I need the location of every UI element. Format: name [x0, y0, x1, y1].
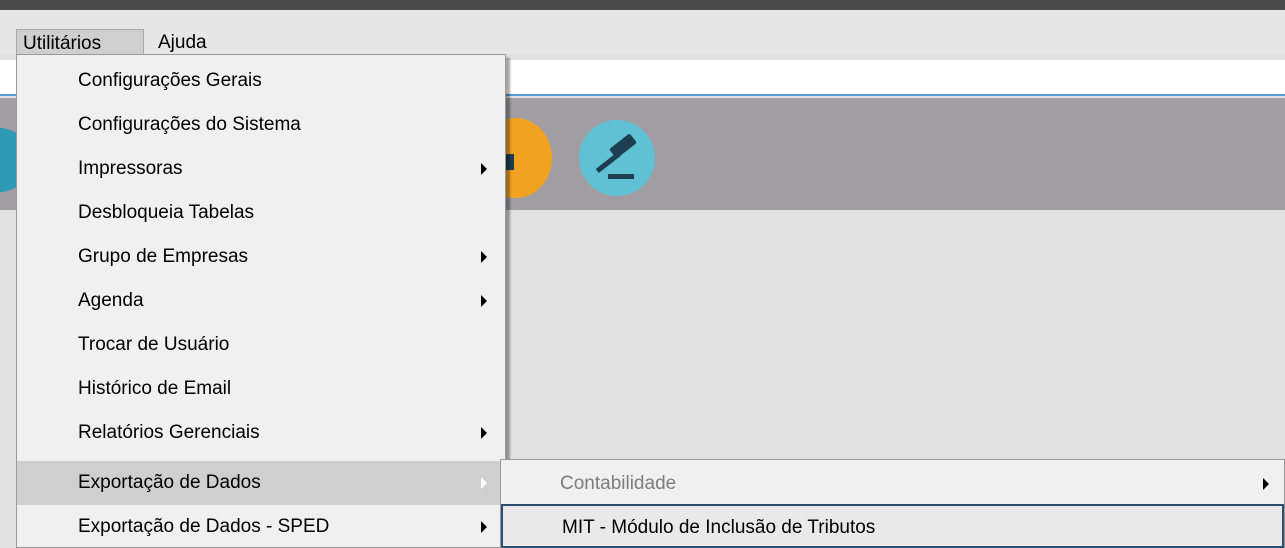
submenu-arrow-icon — [481, 521, 487, 533]
menu-item-label: Desbloqueia Tabelas — [78, 202, 255, 223]
menu-item-label: Configurações do Sistema — [78, 114, 301, 135]
menu-bar: Utilitários Ajuda — [0, 10, 1285, 57]
submenu-item-mit[interactable]: MIT - Módulo de Inclusão de Tributos — [501, 504, 1284, 548]
menu-item-exportacao-de-dados[interactable]: Exportação de Dados — [17, 461, 505, 505]
menu-item-label: Agenda — [78, 290, 144, 311]
exportacao-de-dados-submenu: Contabilidade MIT - Módulo de Inclusão d… — [500, 459, 1285, 548]
menu-ajuda[interactable]: Ajuda — [152, 29, 213, 57]
menu-item-label: Impressoras — [78, 158, 183, 179]
submenu-arrow-icon — [481, 427, 487, 439]
menu-item-label: Relatórios Gerenciais — [78, 422, 260, 443]
menu-item-agenda[interactable]: Agenda — [17, 279, 505, 323]
menu-item-label: Exportação de Dados — [78, 472, 261, 493]
submenu-arrow-icon — [1263, 478, 1269, 490]
submenu-item-contabilidade[interactable]: Contabilidade — [501, 462, 1284, 506]
menu-item-desbloqueia-tabelas[interactable]: Desbloqueia Tabelas — [17, 191, 505, 235]
application-window: Utilitários Ajuda Configurações Gerais C… — [0, 0, 1285, 548]
menu-item-historico-de-email[interactable]: Histórico de Email — [17, 367, 505, 411]
submenu-arrow-icon — [481, 295, 487, 307]
menu-item-configuracoes-gerais[interactable]: Configurações Gerais — [17, 59, 505, 103]
menu-item-label: Trocar de Usuário — [78, 334, 230, 355]
menu-item-label: Histórico de Email — [78, 378, 232, 399]
menu-item-grupo-de-empresas[interactable]: Grupo de Empresas — [17, 235, 505, 279]
menu-utilitarios[interactable]: Utilitários — [16, 29, 144, 57]
menu-item-relatorios-gerenciais[interactable]: Relatórios Gerenciais — [17, 411, 505, 455]
submenu-arrow-icon — [481, 251, 487, 263]
submenu-item-label: Contabilidade — [560, 473, 677, 494]
menu-item-label: Grupo de Empresas — [78, 246, 249, 267]
gavel-icon[interactable] — [572, 118, 662, 198]
menu-item-exportacao-de-dados-sped[interactable]: Exportação de Dados - SPED — [17, 505, 505, 548]
menu-item-impressoras[interactable]: Impressoras — [17, 147, 505, 191]
submenu-arrow-icon — [481, 477, 487, 489]
window-top-border — [0, 0, 1285, 10]
submenu-item-label: MIT - Módulo de Inclusão de Tributos — [562, 517, 876, 538]
menu-item-label: Configurações Gerais — [78, 70, 262, 91]
utilitarios-dropdown: Configurações Gerais Configurações do Si… — [16, 54, 506, 548]
menu-item-configuracoes-do-sistema[interactable]: Configurações do Sistema — [17, 103, 505, 147]
submenu-arrow-icon — [481, 163, 487, 175]
menu-item-trocar-de-usuario[interactable]: Trocar de Usuário — [17, 323, 505, 367]
menu-item-label: Exportação de Dados - SPED — [78, 516, 330, 537]
